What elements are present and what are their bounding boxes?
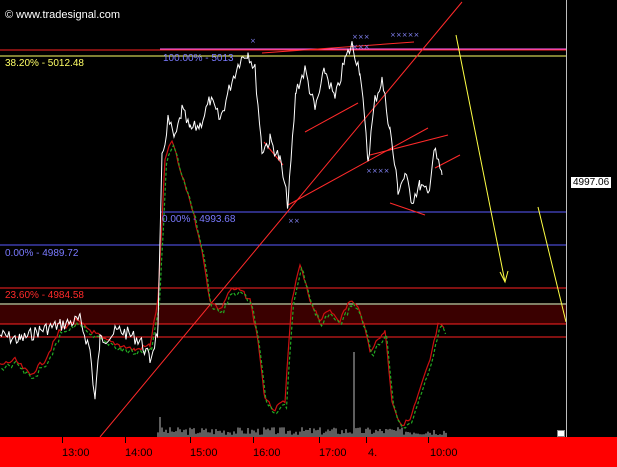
trendline-long bbox=[99, 1, 463, 437]
time-label: 17:00 bbox=[319, 447, 347, 459]
time-label: 10:00 bbox=[430, 447, 458, 459]
tick-mark bbox=[190, 437, 191, 443]
trendline-e bbox=[389, 202, 426, 216]
svg-text:××××: ×××× bbox=[366, 167, 389, 175]
svg-text:×××: ××× bbox=[352, 43, 370, 51]
tick-mark bbox=[253, 437, 254, 443]
trendline-top bbox=[261, 41, 415, 54]
time-label: 15:00 bbox=[190, 447, 218, 459]
svg-text:×××××: ××××× bbox=[390, 31, 419, 39]
svg-text:×: × bbox=[250, 37, 256, 45]
markers: × ××× ××××× ×××× ×× ××× bbox=[250, 31, 419, 225]
time-label: 16:00 bbox=[253, 447, 281, 459]
level-label-0-a: 0.00% - 4993.68 bbox=[162, 214, 236, 225]
level-label-100: 100.00% - 5013 bbox=[163, 53, 234, 64]
trendline-c bbox=[287, 127, 429, 206]
time-axis[interactable]: 13:00 14:00 15:00 16:00 17:00 4. 10:00 bbox=[0, 437, 617, 467]
time-label: 13:00 bbox=[62, 447, 90, 459]
tick-mark bbox=[428, 437, 429, 443]
indicator-slow-line bbox=[0, 139, 445, 427]
time-label: 4. bbox=[368, 447, 378, 459]
level-label-382: 38.20% - 5012.48 bbox=[5, 58, 84, 69]
tick-mark bbox=[125, 437, 126, 443]
arrow-2 bbox=[537, 206, 566, 323]
volume-bars bbox=[157, 352, 447, 437]
chart-window: × ××× ××××× ×××× ×× ××× © www.tradesigna… bbox=[0, 0, 617, 467]
tick-mark bbox=[319, 437, 320, 443]
trendline-b bbox=[304, 102, 359, 133]
last-price-badge: 4997.06 bbox=[571, 177, 612, 188]
svg-text:×××: ××× bbox=[352, 33, 370, 41]
time-label: 14:00 bbox=[125, 447, 153, 459]
tick-mark bbox=[62, 437, 63, 443]
scale-corner-button[interactable] bbox=[557, 430, 565, 437]
svg-text:××: ×× bbox=[288, 217, 300, 225]
level-label-236: 23.60% - 4984.58 bbox=[5, 290, 84, 301]
price-scale[interactable]: 4997.06 bbox=[566, 0, 617, 437]
watermark: © www.tradesignal.com bbox=[5, 9, 121, 21]
resistance-zone bbox=[0, 305, 566, 324]
level-label-0-b: 0.00% - 4989.72 bbox=[5, 248, 79, 259]
tick-mark bbox=[366, 437, 367, 443]
indicator-fast-line bbox=[1, 143, 447, 429]
chart-plot-area[interactable]: × ××× ××××× ×××× ×× ××× bbox=[0, 0, 566, 437]
